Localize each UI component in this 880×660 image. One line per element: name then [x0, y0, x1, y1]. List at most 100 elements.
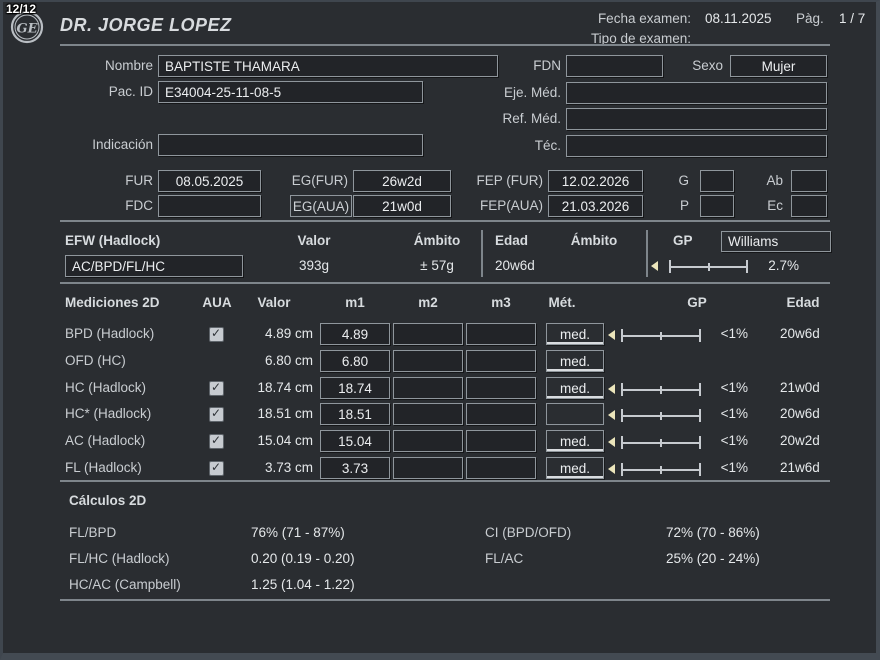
fdc-field[interactable]	[158, 195, 261, 217]
patient-id-field[interactable]: E34004-25-11-08-5	[158, 81, 423, 103]
page-number: 1 / 7	[839, 11, 866, 26]
m1-field[interactable]: 6.80	[320, 350, 390, 372]
efw-range: ± 57g	[420, 258, 454, 273]
exam-date-label: Fecha examen:	[597, 11, 691, 26]
m3-field[interactable]	[466, 403, 536, 425]
gp-marker-icon	[608, 464, 615, 474]
m2-field[interactable]	[393, 377, 463, 399]
fep-aua-field[interactable]: 21.03.2026	[548, 195, 643, 217]
section-divider	[60, 599, 830, 601]
patient-id-label: Pac. ID	[108, 84, 153, 99]
method-button[interactable]: med.	[546, 377, 604, 399]
measure-name: FL (Hadlock)	[65, 460, 142, 475]
measure-value: 6.80 cm	[264, 353, 313, 368]
measure-value: 4.89 cm	[264, 326, 313, 341]
eg-aua-button[interactable]: EG(AUA)	[290, 195, 352, 217]
m3-field[interactable]	[466, 457, 536, 479]
gp-percent: <1%	[720, 326, 748, 341]
gp-marker-icon	[608, 330, 615, 340]
calc-label: CI (BPD/OFD)	[485, 525, 572, 540]
gravida-label: G	[678, 173, 689, 188]
table-row: HC* (Hadlock) 18.51 cm 18.51 <1% 20w6d	[3, 402, 876, 428]
m3-field[interactable]	[466, 377, 536, 399]
m2-field[interactable]	[393, 457, 463, 479]
gp-scale	[669, 260, 748, 273]
gp-percent: <1%	[720, 460, 748, 475]
column-separator	[481, 230, 483, 277]
indication-field[interactable]	[158, 134, 423, 156]
col-gp: GP	[687, 295, 707, 310]
efw-col-ambito2: Ámbito	[570, 233, 618, 248]
m1-field[interactable]: 3.73	[320, 457, 390, 479]
m3-field[interactable]	[466, 350, 536, 372]
fur-field[interactable]: 08.05.2025	[158, 170, 261, 192]
header-divider	[60, 44, 830, 46]
calc-value: 0.20 (0.19 - 0.20)	[251, 551, 355, 566]
efw-value: 393g	[298, 258, 330, 273]
calc-label: FL/HC (Hadlock)	[69, 551, 170, 566]
method-button[interactable]: med.	[546, 430, 604, 452]
measure-age: 21w6d	[780, 460, 820, 475]
gp-scale	[621, 436, 701, 449]
method-button[interactable]: med.	[546, 350, 604, 372]
tech-field[interactable]	[566, 135, 827, 157]
m2-field[interactable]	[393, 430, 463, 452]
para-field[interactable]	[700, 195, 734, 217]
method-button[interactable]: med.	[546, 323, 604, 345]
eg-aua-field[interactable]: 21w0d	[353, 195, 451, 217]
method-button[interactable]	[546, 403, 604, 425]
exec-md-label: Eje. Méd.	[503, 85, 561, 100]
gp-method-dropdown[interactable]: Williams	[721, 231, 831, 252]
m2-field[interactable]	[393, 403, 463, 425]
measure-name: HC (Hadlock)	[65, 380, 147, 395]
calc-value: 25% (20 - 24%)	[666, 551, 760, 566]
m2-field[interactable]	[393, 350, 463, 372]
m1-field[interactable]: 18.74	[320, 377, 390, 399]
section-divider	[60, 220, 830, 222]
efw-age: 20w6d	[495, 258, 535, 273]
efw-formula-dropdown[interactable]: AC/BPD/FL/HC	[65, 255, 243, 277]
m1-field[interactable]: 15.04	[320, 430, 390, 452]
m3-field[interactable]	[466, 430, 536, 452]
col-valor: Valor	[257, 295, 291, 310]
exec-md-field[interactable]	[566, 82, 827, 104]
m1-field[interactable]: 4.89	[320, 323, 390, 345]
m2-field[interactable]	[393, 323, 463, 345]
ab-field[interactable]	[791, 170, 827, 192]
section-divider	[60, 282, 830, 284]
efw-col-ambito: Ámbito	[413, 233, 461, 248]
col-edad: Edad	[786, 295, 820, 310]
sex-field[interactable]: Mujer	[730, 55, 827, 77]
measure-name: AC (Hadlock)	[65, 433, 146, 448]
col-m1: m1	[345, 295, 365, 310]
measure-value: 15.04 cm	[257, 433, 313, 448]
gp-marker-icon	[608, 437, 615, 447]
fep-fur-field[interactable]: 12.02.2026	[548, 170, 643, 192]
m3-field[interactable]	[466, 323, 536, 345]
eg-fur-field[interactable]: 26w2d	[353, 170, 451, 192]
efw-col-valor: Valor	[297, 233, 331, 248]
table-row: HC (Hadlock) 18.74 cm 18.74 med. <1% 21w…	[3, 376, 876, 402]
gravida-field[interactable]	[700, 170, 734, 192]
ab-label: Ab	[766, 173, 783, 188]
table-row: AC (Hadlock) 15.04 cm 15.04 med. <1% 20w…	[3, 429, 876, 455]
patient-name-field[interactable]: BAPTISTE THAMARA	[158, 55, 498, 77]
measure-value: 18.51 cm	[257, 406, 313, 421]
ec-field[interactable]	[791, 195, 827, 217]
ref-md-field[interactable]	[566, 108, 827, 130]
gp-marker-icon	[651, 261, 658, 271]
measure-age: 20w6d	[780, 406, 820, 421]
eg-fur-label: EG(FUR)	[291, 173, 348, 188]
m1-field[interactable]: 18.51	[320, 403, 390, 425]
col-m3: m3	[491, 295, 511, 310]
gp-scale	[621, 409, 701, 422]
measure-age: 20w6d	[780, 326, 820, 341]
section-divider	[60, 480, 830, 482]
method-button[interactable]: med.	[546, 457, 604, 479]
gp-scale	[621, 463, 701, 476]
efw-gp-percent: 2.7%	[768, 258, 799, 273]
gp-percent: <1%	[720, 406, 748, 421]
gp-percent: <1%	[720, 433, 748, 448]
ec-label: Ec	[767, 198, 783, 213]
calc-label: FL/BPD	[69, 525, 117, 540]
